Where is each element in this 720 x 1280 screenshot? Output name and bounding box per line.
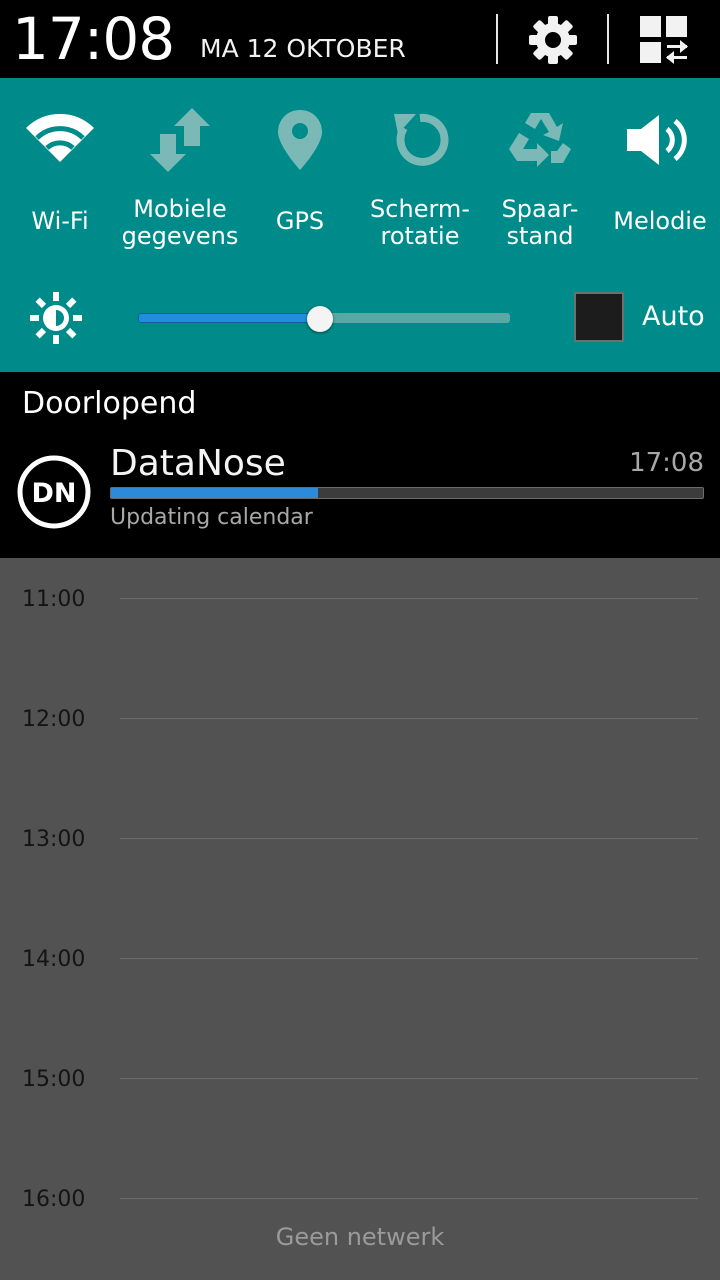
hour-label: 12:00 (22, 707, 86, 732)
hour-label: 13:00 (22, 827, 86, 852)
power-saving-toggle[interactable]: Spaar- stand (480, 78, 600, 268)
hour-divider (120, 1198, 698, 1199)
notification-progress-bar (110, 487, 704, 499)
settings-button[interactable] (522, 10, 584, 70)
clock: 17:08 (12, 5, 175, 73)
hour-label: 11:00 (22, 587, 86, 612)
rotation-toggle[interactable]: Scherm- rotatie (360, 78, 480, 268)
edit-quick-settings-button[interactable] (636, 12, 692, 68)
gear-icon (529, 16, 577, 64)
grid-edit-icon (640, 16, 688, 64)
gps-toggle[interactable]: GPS (240, 78, 360, 268)
no-network-status: Geen netwerk (275, 1223, 445, 1251)
divider (607, 14, 609, 64)
rotation-icon (394, 113, 449, 166)
progress-fill (111, 488, 319, 498)
status-bar: 17:08 MA 12 OKTOBER (0, 0, 720, 78)
brightness-icon (30, 292, 82, 344)
hour-row[interactable]: 15:00 (0, 1038, 720, 1158)
app-logo: DN (17, 455, 91, 529)
brightness-slider[interactable] (138, 306, 510, 332)
calendar-view: 11:00 12:00 13:00 14:00 15:00 16:00 Geen… (0, 558, 720, 1280)
location-icon (278, 110, 322, 170)
wifi-toggle[interactable]: Wi-Fi (0, 78, 120, 268)
hour-label: 16:00 (22, 1187, 86, 1212)
notification-text: Updating calendar (110, 505, 313, 530)
auto-brightness-label: Auto (642, 301, 705, 332)
hour-row[interactable]: 13:00 (0, 798, 720, 918)
date-label: MA 12 OKTOBER (200, 34, 406, 63)
notification-title: DataNose (110, 443, 286, 484)
power-saving-label: Spaar- stand (501, 195, 579, 250)
wifi-label: Wi-Fi (31, 207, 89, 235)
divider (496, 14, 498, 64)
hour-label: 14:00 (22, 947, 86, 972)
mobile-data-label: Mobiele gegevens (121, 195, 239, 250)
hour-divider (120, 718, 698, 719)
datanose-notification[interactable]: DN DataNose 17:08 Updating calendar (0, 438, 720, 558)
slider-fill (138, 313, 321, 323)
recycle-icon (509, 113, 571, 167)
sound-toggle[interactable]: Melodie (600, 78, 720, 268)
mobile-data-icon (150, 108, 210, 172)
wifi-icon (26, 113, 94, 162)
quick-settings-panel: Wi-Fi Mobiele gegevens GPS Scherm- rotat… (0, 78, 720, 372)
hour-label: 15:00 (22, 1067, 86, 1092)
mobile-data-toggle[interactable]: Mobiele gegevens (120, 78, 240, 268)
hour-row[interactable]: 14:00 (0, 918, 720, 1038)
speaker-icon (627, 115, 687, 165)
auto-brightness-checkbox[interactable] (574, 292, 624, 342)
slider-thumb[interactable] (307, 306, 334, 332)
hour-divider (120, 1078, 698, 1079)
notification-time: 17:08 (629, 448, 704, 478)
gps-label: GPS (275, 207, 325, 235)
hour-row[interactable]: 12:00 (0, 678, 720, 798)
rotation-label: Scherm- rotatie (370, 195, 470, 250)
logo-text: DN (31, 478, 76, 509)
hour-divider (120, 838, 698, 839)
ongoing-notifications: Doorlopend DN DataNose 17:08 Updating ca… (0, 372, 720, 558)
hour-divider (120, 598, 698, 599)
section-header: Doorlopend (22, 386, 197, 421)
hour-row[interactable]: 16:00 (0, 1158, 720, 1278)
hour-divider (120, 958, 698, 959)
hour-row[interactable]: 11:00 (0, 558, 720, 678)
sound-label: Melodie (613, 207, 707, 235)
